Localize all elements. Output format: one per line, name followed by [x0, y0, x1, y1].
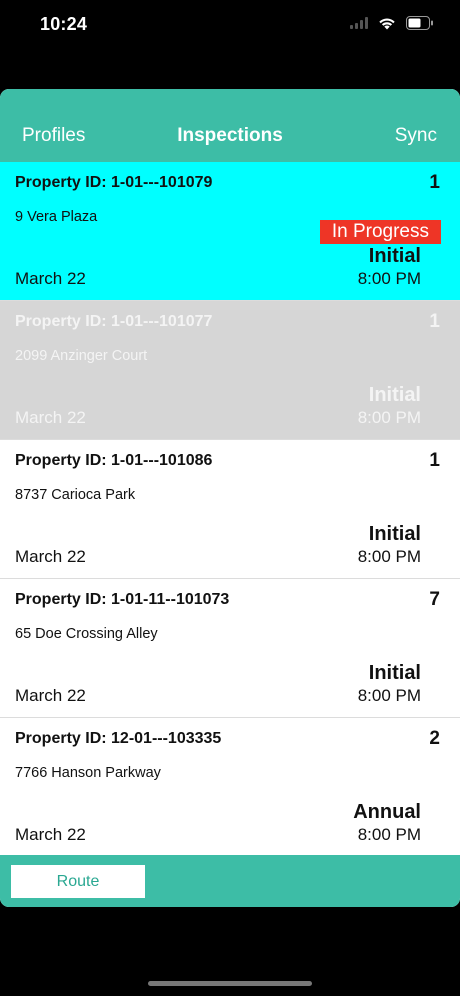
bottom-toolbar: Route: [0, 855, 460, 907]
navbar: Profiles Inspections Sync: [0, 89, 460, 162]
route-button[interactable]: Route: [11, 865, 145, 898]
property-id: Property ID: 1-01-11--101073: [15, 591, 230, 608]
page-title: Inspections: [177, 125, 283, 146]
status-bar: 10:24: [0, 0, 460, 50]
inspection-type: Annual: [353, 801, 421, 823]
inspection-row[interactable]: Property ID: 1-01---101086 1 8737 Carioc…: [0, 440, 460, 579]
battery-icon: [406, 16, 433, 30]
item-count: 2: [429, 728, 440, 749]
inspection-date: March 22: [15, 269, 86, 288]
home-indicator[interactable]: [148, 981, 312, 986]
wifi-icon: [379, 18, 395, 29]
inspection-time: 8:00 PM: [357, 547, 421, 566]
item-count: 7: [429, 589, 440, 610]
status-icons: [350, 16, 434, 30]
inspection-time: 8:00 PM: [357, 408, 421, 427]
item-count: 1: [429, 450, 440, 471]
inspection-row[interactable]: Property ID: 1-01---101079 1 9 Vera Plaz…: [0, 162, 460, 301]
inspection-row[interactable]: Property ID: 1-01-11--101073 7 65 Doe Cr…: [0, 579, 460, 718]
inspection-date: March 22: [15, 686, 86, 705]
inspection-date: March 22: [15, 825, 86, 844]
inspection-list: Property ID: 1-01---101079 1 9 Vera Plaz…: [0, 162, 460, 857]
inspection-type: Initial: [368, 662, 421, 684]
address: 2099 Anzinger Court: [15, 348, 148, 364]
inspection-row[interactable]: Property ID: 1-01---101077 1 2099 Anzing…: [0, 301, 460, 440]
status-time: 10:24: [40, 14, 88, 34]
property-id: Property ID: 1-01---101086: [15, 452, 213, 469]
item-count: 1: [429, 172, 440, 193]
inspection-row[interactable]: Property ID: 12-01---103335 2 7766 Hanso…: [0, 718, 460, 857]
inspection-date: March 22: [15, 408, 86, 427]
inspection-time: 8:00 PM: [357, 269, 421, 288]
status-badge: In Progress: [319, 220, 441, 244]
inspections-sheet: Profiles Inspections Sync Property ID: 1…: [0, 89, 460, 907]
property-id: Property ID: 12-01---103335: [15, 730, 222, 747]
item-count: 1: [429, 311, 440, 332]
inspection-time: 8:00 PM: [357, 825, 421, 844]
cellular-icon: [350, 17, 368, 29]
inspection-type: Initial: [368, 245, 421, 267]
address: 7766 Hanson Parkway: [15, 765, 161, 781]
property-id: Property ID: 1-01---101079: [15, 174, 213, 191]
inspection-date: March 22: [15, 547, 86, 566]
address: 9 Vera Plaza: [15, 209, 98, 225]
address: 8737 Carioca Park: [15, 487, 136, 503]
inspection-type: Initial: [368, 523, 421, 545]
property-id: Property ID: 1-01---101077: [15, 313, 213, 330]
address: 65 Doe Crossing Alley: [15, 626, 158, 642]
inspection-type: Initial: [368, 384, 421, 406]
sync-button[interactable]: Sync: [395, 125, 437, 147]
inspection-time: 8:00 PM: [357, 686, 421, 705]
